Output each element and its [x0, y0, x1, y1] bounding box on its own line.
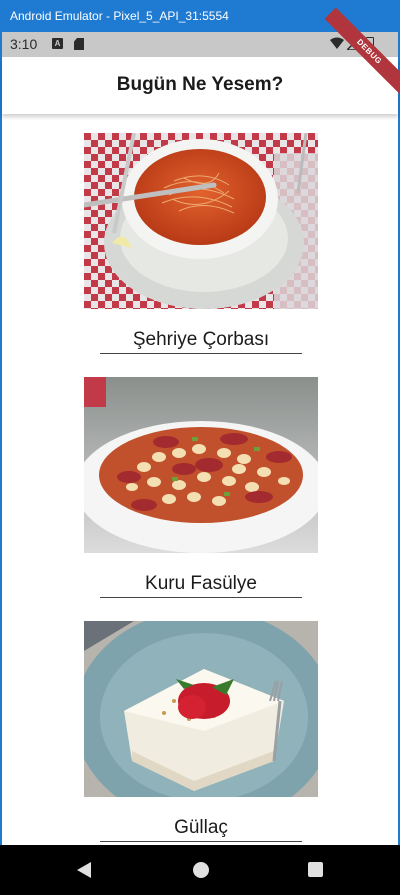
status-time: 3:10: [10, 36, 38, 52]
recents-icon[interactable]: [308, 862, 323, 877]
bean-stew-image[interactable]: [84, 377, 318, 553]
back-icon[interactable]: [77, 862, 91, 878]
app-bar: Bugün Ne Yesem?: [2, 57, 398, 114]
food-name: Güllaç: [100, 817, 302, 842]
page-title: Bugün Ne Yesem?: [116, 74, 284, 95]
food-list[interactable]: Şehriye Çorbası Kuru Fasülye Güllaç: [2, 114, 398, 845]
android-icon: A: [52, 38, 63, 49]
food-name: Şehriye Çorbası: [100, 329, 302, 354]
home-icon[interactable]: [193, 862, 209, 878]
noodle-soup-image[interactable]: [84, 133, 318, 309]
sd-card-icon: [74, 38, 84, 50]
gullac-dessert-image[interactable]: [84, 621, 318, 797]
food-name: Kuru Fasülye: [100, 573, 302, 598]
status-bar: 3:10 A: [2, 32, 398, 57]
wifi-icon: [330, 37, 344, 49]
navigation-bar: [0, 845, 400, 895]
